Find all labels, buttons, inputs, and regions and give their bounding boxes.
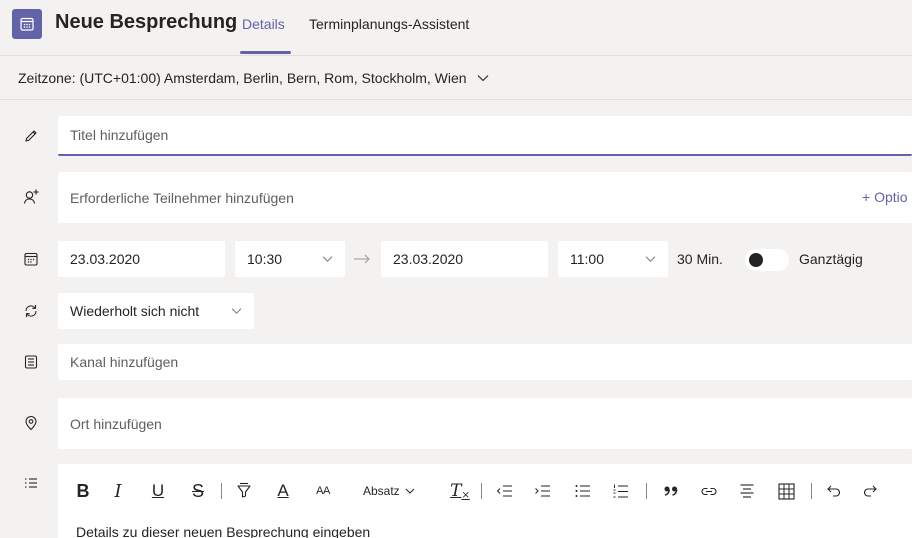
chevron-down-icon — [645, 256, 656, 263]
toggle-knob — [749, 253, 763, 267]
clear-formatting-button[interactable]: T × — [449, 476, 471, 506]
toolbar-separator — [811, 483, 812, 499]
toolbar-separator — [481, 483, 482, 499]
underline-button[interactable]: U — [148, 476, 168, 506]
start-date-input[interactable]: 23.03.2020 — [58, 241, 225, 277]
highlight-icon[interactable] — [232, 476, 256, 506]
end-time-select[interactable]: 11:00 — [558, 241, 668, 277]
calendar-icon — [22, 250, 40, 268]
end-date-input[interactable]: 23.03.2020 — [381, 241, 548, 277]
title-input[interactable]: Titel hinzufügen — [58, 116, 912, 156]
chevron-down-icon — [322, 256, 333, 263]
start-time-value: 10:30 — [247, 251, 283, 267]
redo-icon[interactable] — [860, 476, 882, 506]
title-placeholder: Titel hinzufügen — [70, 127, 169, 143]
location-placeholder: Ort hinzufügen — [70, 415, 162, 432]
location-pin-icon — [22, 414, 40, 432]
end-time-value: 11:00 — [570, 251, 604, 267]
font-color-button[interactable]: A — [273, 476, 293, 506]
details-editor[interactable]: B I U S A AA Absatz T × Details zu diese… — [58, 464, 912, 538]
repeat-icon — [22, 302, 40, 320]
chevron-down-icon — [477, 74, 489, 82]
table-icon[interactable] — [775, 476, 797, 506]
decrease-indent-icon[interactable] — [494, 476, 516, 506]
timezone-selector[interactable]: Zeitzone: (UTC+01:00) Amsterdam, Berlin,… — [0, 57, 912, 100]
channel-placeholder: Kanal hinzufügen — [70, 354, 179, 370]
link-icon[interactable] — [698, 476, 720, 506]
toolbar-separator — [646, 483, 647, 499]
bullet-list-icon[interactable] — [572, 476, 594, 506]
strikethrough-button[interactable]: S — [188, 476, 208, 506]
start-date-value: 23.03.2020 — [70, 251, 141, 267]
quote-icon[interactable] — [659, 476, 683, 506]
tab-scheduling-assistant[interactable]: Terminplanungs-Assistent — [309, 16, 469, 32]
paragraph-style-select[interactable]: Absatz — [363, 476, 429, 506]
active-tab-indicator — [240, 51, 291, 54]
recurrence-select[interactable]: Wiederholt sich nicht — [58, 293, 254, 329]
recurrence-value: Wiederholt sich nicht — [70, 303, 200, 319]
all-day-toggle[interactable] — [745, 249, 789, 271]
bold-button[interactable]: B — [73, 476, 93, 506]
font-size-button[interactable]: AA — [311, 476, 335, 506]
details-placeholder: Details zu dieser neuen Besprechung eing… — [76, 524, 371, 538]
arrow-right-icon — [353, 253, 371, 265]
duration-label: 30 Min. — [677, 251, 723, 267]
editor-toolbar: B I U S A AA Absatz T × — [58, 476, 912, 506]
increase-indent-icon[interactable] — [532, 476, 554, 506]
channel-icon — [22, 353, 40, 371]
start-time-select[interactable]: 10:30 — [235, 241, 345, 277]
channel-input[interactable]: Kanal hinzufügen — [58, 344, 912, 380]
undo-icon[interactable] — [822, 476, 844, 506]
paragraph-style-label: Absatz — [363, 484, 400, 498]
italic-button[interactable]: I — [108, 476, 128, 506]
optional-attendees-link[interactable]: + Optio — [862, 189, 908, 205]
attendees-input[interactable]: Erforderliche Teilnehmer hinzufügen — [58, 172, 912, 223]
end-date-value: 23.03.2020 — [393, 251, 464, 267]
attendees-placeholder: Erforderliche Teilnehmer hinzufügen — [70, 189, 294, 206]
all-day-label: Ganztägig — [799, 251, 863, 267]
numbered-list-icon[interactable] — [610, 476, 632, 506]
timezone-label: Zeitzone: (UTC+01:00) Amsterdam, Berlin,… — [18, 70, 467, 86]
toolbar-separator — [221, 483, 222, 499]
tab-details[interactable]: Details — [242, 16, 285, 32]
calendar-icon — [12, 9, 42, 39]
bulleted-list-icon — [22, 474, 40, 492]
align-center-icon[interactable] — [736, 476, 758, 506]
location-input[interactable]: Ort hinzufügen — [58, 398, 912, 449]
page-title: Neue Besprechung — [55, 11, 238, 33]
add-person-icon — [22, 188, 40, 206]
pencil-icon — [22, 127, 40, 145]
header: Neue Besprechung Details Terminplanungs-… — [0, 0, 912, 56]
chevron-down-icon — [405, 488, 415, 494]
chevron-down-icon — [231, 308, 242, 315]
